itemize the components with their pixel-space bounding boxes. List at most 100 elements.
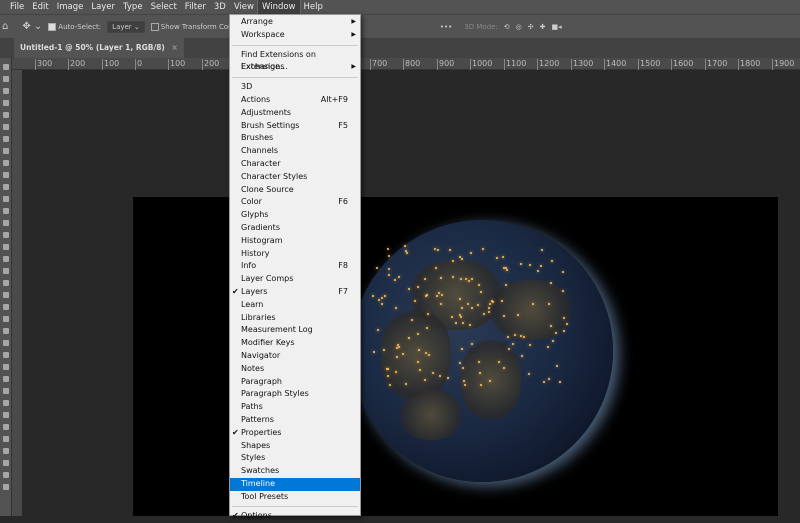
tool-icon[interactable]	[3, 364, 9, 370]
menu-item-label: Actions	[241, 94, 271, 104]
tool-icon[interactable]	[3, 376, 9, 382]
menu-item-extensions[interactable]: Extensions ▶	[230, 61, 360, 74]
more-button[interactable]: •••	[440, 23, 452, 31]
tool-icon[interactable]	[3, 220, 9, 226]
menu-item-3d[interactable]: 3D	[230, 81, 360, 94]
close-tab-icon[interactable]: ×	[171, 43, 177, 52]
tool-icon[interactable]	[3, 268, 9, 274]
menu-item-adjustments[interactable]: Adjustments	[230, 107, 360, 120]
tool-icon[interactable]	[3, 472, 9, 478]
menu-edit[interactable]: Edit	[28, 0, 52, 14]
tool-icon[interactable]	[3, 400, 9, 406]
tool-icon[interactable]	[3, 292, 9, 298]
menu-item-swatches[interactable]: Swatches	[230, 465, 360, 478]
menu-item-paragraph[interactable]: Paragraph	[230, 376, 360, 389]
menu-item-shapes[interactable]: Shapes	[230, 440, 360, 453]
tool-icon[interactable]	[3, 196, 9, 202]
menu-window[interactable]: Window	[256, 0, 301, 15]
home-icon[interactable]: ⌂	[2, 21, 8, 32]
menu-item-character-styles[interactable]: Character Styles	[230, 171, 360, 184]
tool-icon[interactable]	[3, 388, 9, 394]
menu-item-actions[interactable]: Actions Alt+F9	[230, 94, 360, 107]
tool-icon[interactable]	[3, 172, 9, 178]
3d-camera-icon[interactable]: ■◂	[552, 23, 562, 31]
3d-orbit-icon[interactable]: ⟲	[504, 23, 510, 31]
menu-item-brushes[interactable]: Brushes	[230, 132, 360, 145]
menu-item-channels[interactable]: Channels	[230, 145, 360, 158]
menu-item-modifier-keys[interactable]: Modifier Keys	[230, 337, 360, 350]
tool-icon[interactable]	[3, 460, 9, 466]
menu-item-tool-presets[interactable]: Tool Presets	[230, 491, 360, 504]
tool-icon[interactable]	[3, 280, 9, 286]
menu-item-histogram[interactable]: Histogram	[230, 235, 360, 248]
3d-slide-icon[interactable]: ✚	[540, 23, 546, 31]
menu-layer[interactable]: Layer	[87, 0, 119, 14]
tool-icon[interactable]	[3, 436, 9, 442]
move-tool-icon[interactable]: ✥ ⌄	[22, 21, 42, 32]
menu-item-patterns[interactable]: Patterns	[230, 414, 360, 427]
tool-icon[interactable]	[3, 412, 9, 418]
layer-select[interactable]: Layer ⌄	[107, 20, 145, 33]
menu-item-character[interactable]: Character	[230, 158, 360, 171]
menu-item-libraries[interactable]: Libraries	[230, 312, 360, 325]
tool-icon[interactable]	[3, 100, 9, 106]
tool-icon[interactable]	[3, 160, 9, 166]
menu-item-paths[interactable]: Paths	[230, 401, 360, 414]
menu-item-options[interactable]: ✔ Options	[230, 510, 360, 523]
3d-roll-icon[interactable]: ◎	[516, 23, 522, 31]
menu-image[interactable]: Image	[53, 0, 88, 14]
landmass	[401, 390, 461, 440]
tool-icon[interactable]	[3, 148, 9, 154]
tool-icon[interactable]	[3, 112, 9, 118]
tool-icon[interactable]	[3, 88, 9, 94]
menu-item-arrange[interactable]: Arrange ▶	[230, 16, 360, 29]
tool-icon[interactable]	[3, 316, 9, 322]
menu-item-learn[interactable]: Learn	[230, 299, 360, 312]
menu-item-color[interactable]: Color F6	[230, 196, 360, 209]
menu-item-layers[interactable]: ✔ Layers F7	[230, 286, 360, 299]
menu-item-clone-source[interactable]: Clone Source	[230, 184, 360, 197]
tool-icon[interactable]	[3, 124, 9, 130]
menu-item-notes[interactable]: Notes	[230, 363, 360, 376]
tool-icon[interactable]	[3, 304, 9, 310]
menu-help[interactable]: Help	[300, 0, 327, 14]
menu-file[interactable]: File	[6, 0, 28, 14]
document-tab[interactable]: Untitled-1 @ 50% (Layer 1, RGB/8) ×	[14, 38, 184, 58]
auto-select-checkbox[interactable]: Auto-Select:	[48, 22, 101, 31]
menu-filter[interactable]: Filter	[181, 0, 210, 14]
tool-icon[interactable]	[3, 484, 9, 490]
menu-item-find-extensions-on-exchange[interactable]: Find Extensions on Exchange...	[230, 49, 360, 72]
tool-icon[interactable]	[3, 448, 9, 454]
city-light	[539, 265, 542, 268]
tool-icon[interactable]	[3, 424, 9, 430]
menu-item-brush-settings[interactable]: Brush Settings F5	[230, 120, 360, 133]
menu-item-paragraph-styles[interactable]: Paragraph Styles	[230, 388, 360, 401]
tool-icon[interactable]	[3, 256, 9, 262]
menu-item-glyphs[interactable]: Glyphs	[230, 209, 360, 222]
tool-icon[interactable]	[3, 136, 9, 142]
tool-icon[interactable]	[3, 244, 9, 250]
menu-item-timeline[interactable]: Timeline	[230, 477, 360, 491]
menu-item-gradients[interactable]: Gradients	[230, 222, 360, 235]
tool-icon[interactable]	[3, 76, 9, 82]
menu-3d[interactable]: 3D	[210, 0, 230, 14]
tool-icon[interactable]	[3, 208, 9, 214]
tool-icon[interactable]	[3, 352, 9, 358]
tool-icon[interactable]	[3, 232, 9, 238]
menu-item-workspace[interactable]: Workspace ▶	[230, 29, 360, 42]
menu-item-navigator[interactable]: Navigator	[230, 350, 360, 363]
tool-icon[interactable]	[3, 64, 9, 70]
menu-type[interactable]: Type	[119, 0, 147, 14]
tool-icon[interactable]	[3, 340, 9, 346]
3d-pan-icon[interactable]: ✣	[528, 23, 534, 31]
menu-view[interactable]: View	[230, 0, 258, 14]
tool-icon[interactable]	[3, 184, 9, 190]
menu-item-layer-comps[interactable]: Layer Comps	[230, 273, 360, 286]
menu-item-styles[interactable]: Styles	[230, 452, 360, 465]
menu-item-info[interactable]: Info F8	[230, 260, 360, 273]
menu-item-history[interactable]: History	[230, 248, 360, 261]
menu-item-measurement-log[interactable]: Measurement Log	[230, 324, 360, 337]
menu-select[interactable]: Select	[147, 0, 181, 14]
menu-item-properties[interactable]: ✔ Properties	[230, 427, 360, 440]
tool-icon[interactable]	[3, 328, 9, 334]
